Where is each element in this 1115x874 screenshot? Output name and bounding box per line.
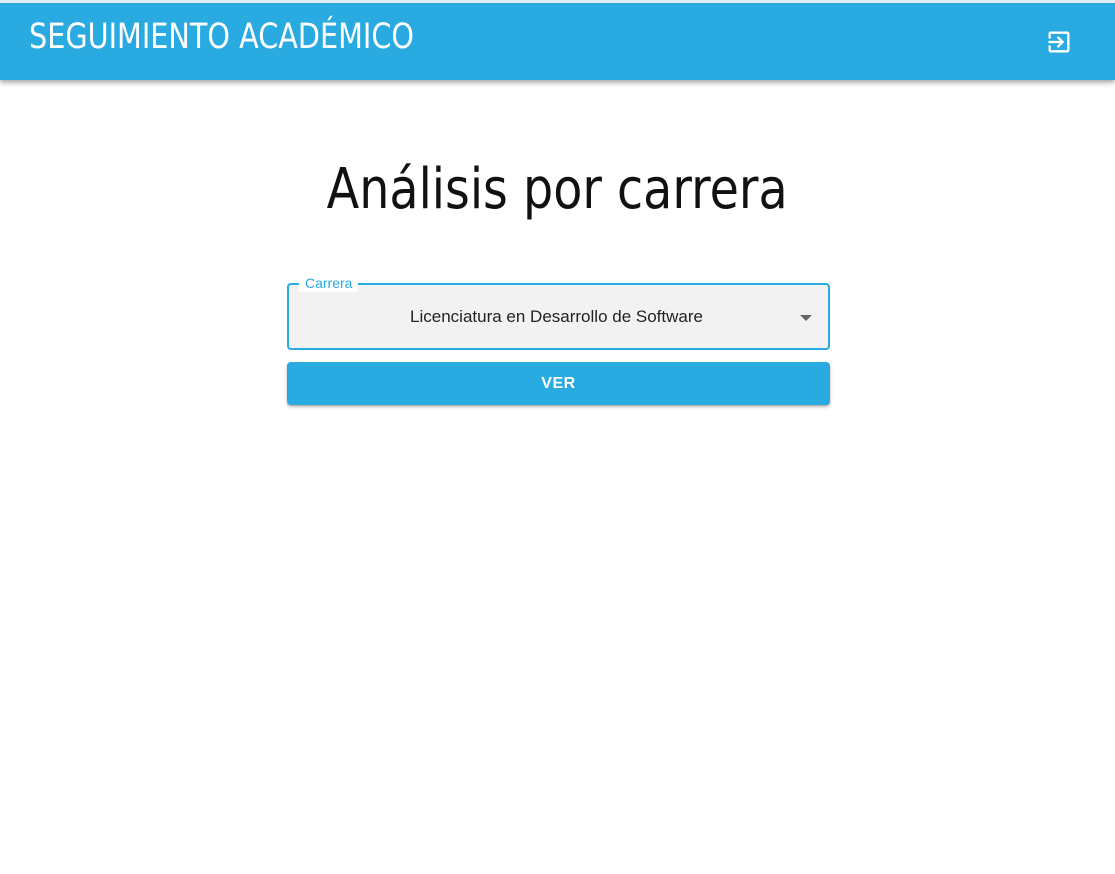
ver-button[interactable]: VER	[287, 362, 830, 405]
career-select-value: Licenciatura en Desarrollo de Software	[410, 307, 703, 326]
page-heading: Análisis por carrera	[0, 155, 1115, 225]
dropdown-arrow-icon[interactable]	[800, 315, 812, 321]
app-bar: SEGUIMIENTO ACADÉMICO	[0, 0, 1115, 80]
career-select[interactable]: Carrera Licenciatura en Desarrollo de So…	[287, 274, 830, 350]
logout-button[interactable]	[1039, 22, 1079, 62]
career-select-label: Carrera	[299, 274, 359, 292]
logout-icon	[1048, 31, 1070, 53]
app-title: SEGUIMIENTO ACADÉMICO	[29, 17, 415, 57]
page-heading-text: Análisis por carrera	[327, 157, 788, 222]
